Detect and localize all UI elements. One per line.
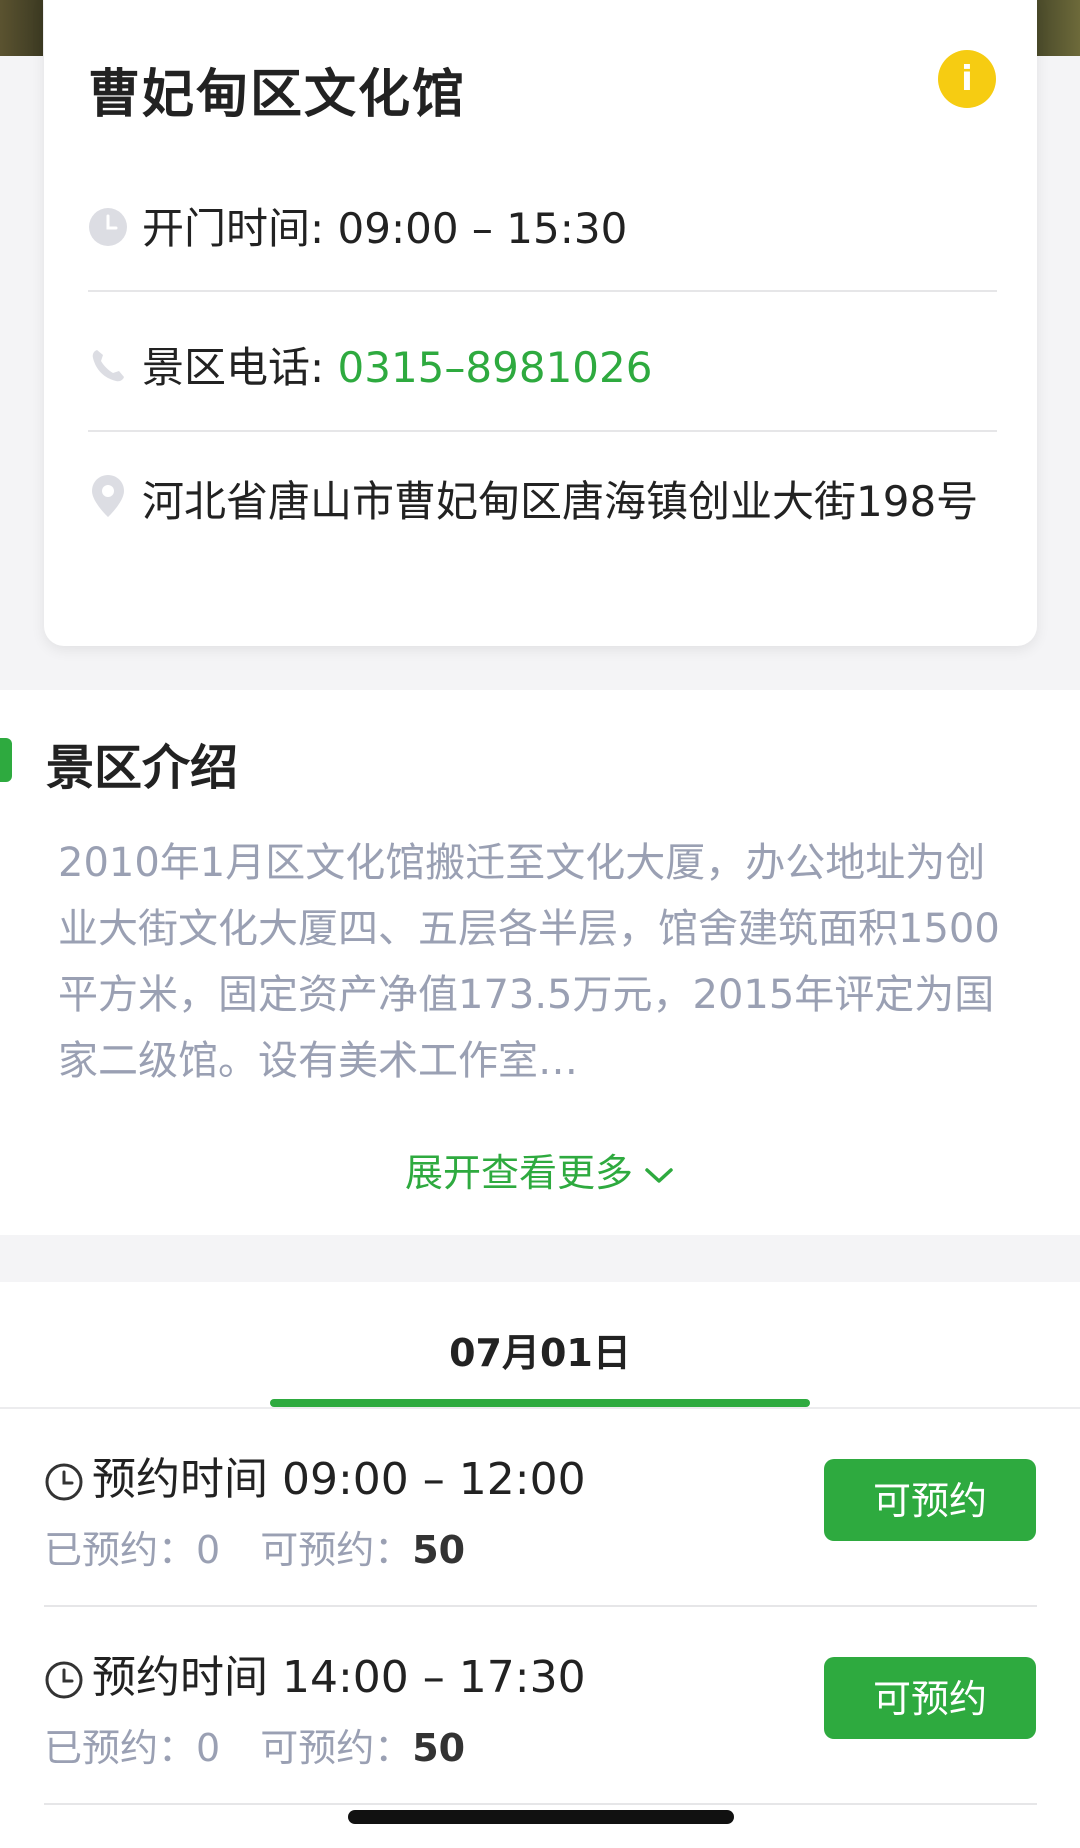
available-label: 可预约： [260, 1528, 413, 1572]
clock-icon [45, 1661, 83, 1699]
reserve-button[interactable]: 可预约 [824, 1657, 1036, 1739]
tab-active-indicator [270, 1399, 810, 1407]
slot-time-label: 预约时间 14:00 – 17:30 [92, 1652, 586, 1703]
intro-text: 2010年1月区文化馆搬迁至文化大厦，办公地址为创业大街文化大厦四、五层各半层，… [58, 840, 1000, 1084]
info-icon[interactable]: i [938, 50, 996, 108]
venue-title: 曹妃甸区文化馆 [88, 65, 467, 125]
phone-number-link[interactable]: 0315–8981026 [338, 343, 653, 392]
reserve-button[interactable]: 可预约 [824, 1459, 1036, 1541]
intro-section: 景区介绍 2010年1月区文化馆搬迁至文化大厦，办公地址为创业大街文化大厦四、五… [0, 690, 1080, 1235]
slot-counts: 已预约：0 可预约：50 [44, 1717, 465, 1772]
tab-date[interactable]: 07月01日 [0, 1322, 1080, 1377]
booked-count: 0 [196, 1528, 221, 1572]
section-title: 景区介绍 [46, 740, 239, 796]
opening-hours-value: 09:00 – 15:30 [337, 204, 628, 253]
phone-icon [88, 346, 128, 396]
opening-hours-label: 开门时间: [142, 204, 338, 253]
slot-counts: 已预约：0 可预约：50 [44, 1519, 465, 1574]
opening-hours-row: 开门时间: 09:00 – 15:30 [88, 195, 998, 257]
expand-more-button[interactable]: 展开查看更多 [0, 1142, 1080, 1197]
clock-icon [45, 1463, 83, 1501]
phone-label: 景区电话: [142, 343, 338, 392]
booked-label: 已预约： [44, 1528, 197, 1572]
address-row: 河北省唐山市曹妃甸区唐海镇创业大街198号 [88, 468, 988, 539]
available-label: 可预约： [260, 1726, 413, 1770]
divider [88, 290, 997, 292]
phone-row[interactable]: 景区电话: 0315–8981026 [88, 334, 998, 396]
booked-label: 已预约： [44, 1726, 197, 1770]
expand-more-label: 展开查看更多 [404, 1151, 633, 1195]
slot-time-label: 预约时间 09:00 – 12:00 [92, 1454, 586, 1505]
available-count: 50 [412, 1726, 466, 1770]
venue-info-card: 曹妃甸区文化馆 i 开门时间: 09:00 – 15:30 景区电话: 0315… [44, 0, 1037, 646]
slot-time: 预约时间 14:00 – 17:30 [44, 1641, 586, 1705]
section-marker [0, 738, 12, 782]
slot-time: 预约时间 09:00 – 12:00 [44, 1443, 586, 1507]
home-indicator[interactable] [348, 1810, 734, 1824]
address-text: 河北省唐山市曹妃甸区唐海镇创业大街198号 [142, 477, 979, 526]
clock-icon [88, 207, 128, 257]
booked-count: 0 [196, 1726, 221, 1770]
booking-section: 07月01日 预约时间 09:00 – 12:00 已预约：0 可预约：50 可预… [0, 1282, 1080, 1848]
chevron-down-icon [645, 1167, 673, 1183]
divider [44, 1803, 1037, 1805]
time-slot: 预约时间 09:00 – 12:00 已预约：0 可预约：50 可预约 [44, 1409, 1037, 1607]
divider [88, 430, 997, 432]
available-count: 50 [412, 1528, 466, 1572]
location-pin-icon [88, 471, 128, 539]
time-slot: 预约时间 14:00 – 17:30 已预约：0 可预约：50 可预约 [44, 1607, 1037, 1805]
